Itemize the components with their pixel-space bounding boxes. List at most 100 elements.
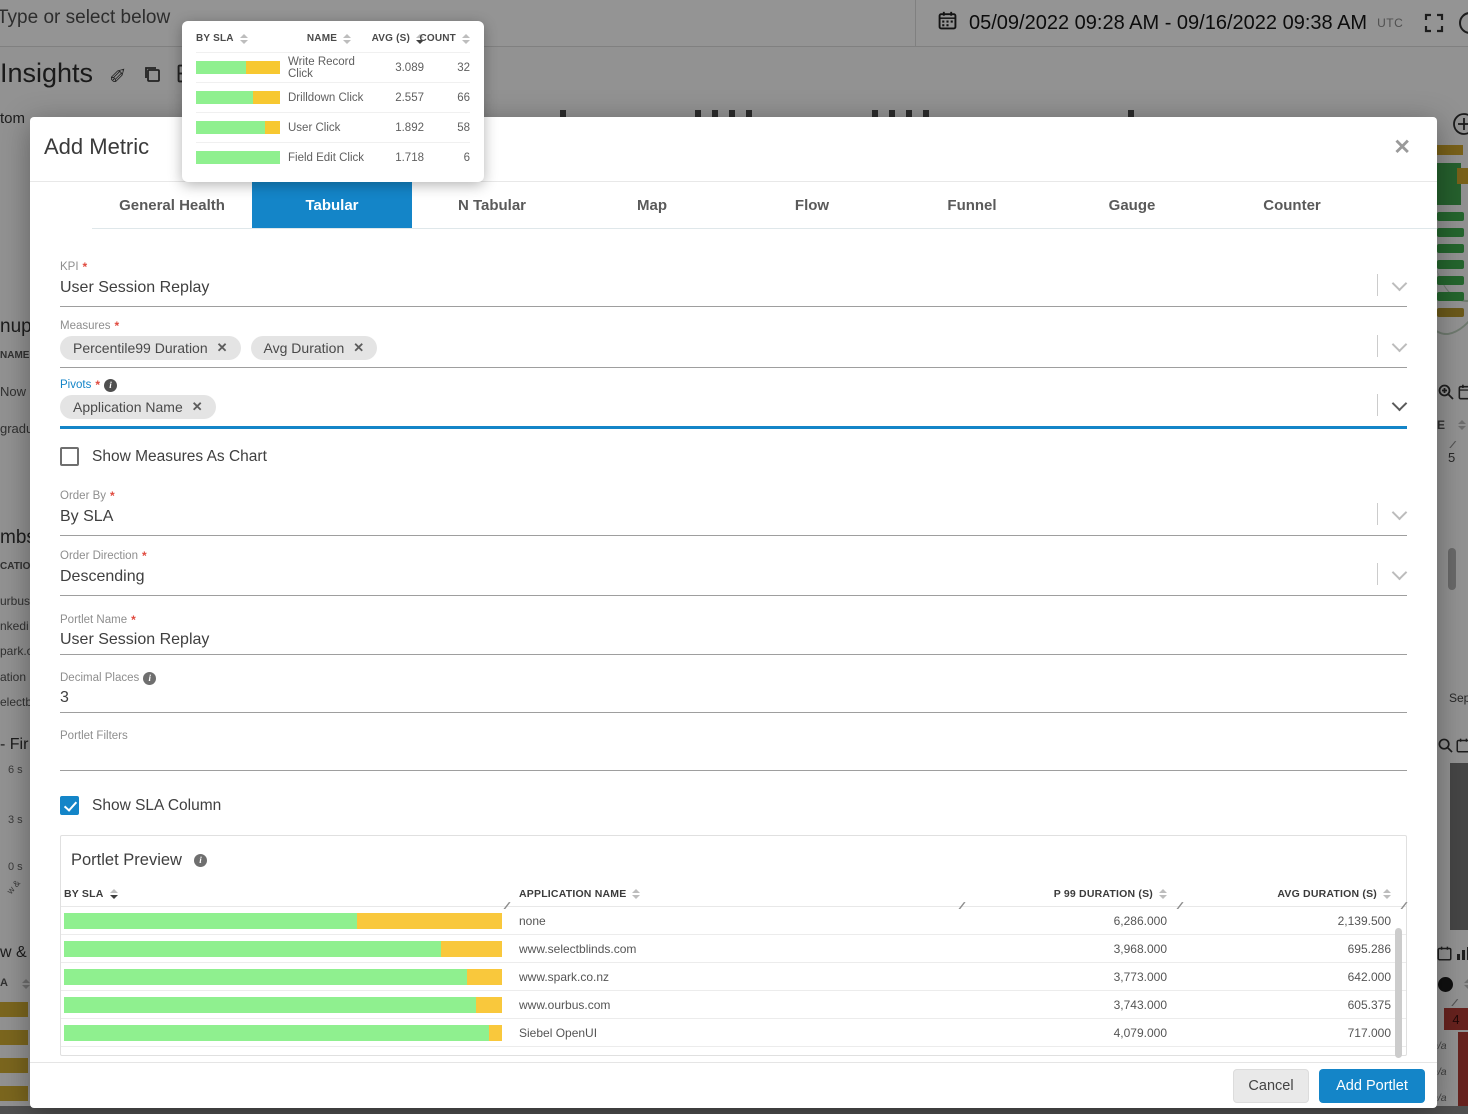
measure-chip[interactable]: Percentile99 Duration ✕ <box>60 336 241 360</box>
tooltip-header-count[interactable]: COUNT <box>419 33 470 44</box>
preview-row: none 6,286.000 2,139.500 <box>61 907 1406 935</box>
show-sla-column-label: Show SLA Column <box>92 796 222 814</box>
show-measures-as-chart-checkbox[interactable] <box>60 447 79 466</box>
event-name-cell: Drilldown Click <box>288 91 364 104</box>
tab-map[interactable]: Map <box>572 182 732 228</box>
avg-cell: 3.089 <box>395 61 424 74</box>
application-name-cell: Siebel OpenUI <box>519 1025 598 1040</box>
portlet-name-input[interactable]: User Session Replay <box>60 628 1407 654</box>
avg-duration-cell: 605.375 <box>1347 997 1391 1012</box>
pivot-chip[interactable]: Application Name ✕ <box>60 395 216 419</box>
tab-funnel[interactable]: Funnel <box>892 182 1052 228</box>
chevron-down-icon[interactable] <box>1391 336 1408 352</box>
sort-icon <box>239 33 248 44</box>
divider <box>1377 503 1378 525</box>
tab-tabular[interactable]: Tabular <box>252 182 412 228</box>
remove-chip-icon[interactable]: ✕ <box>353 340 364 356</box>
tab-counter[interactable]: Counter <box>1212 182 1372 228</box>
remove-chip-icon[interactable]: ✕ <box>217 340 228 356</box>
sla-breakdown-tooltip: BY SLA NAME AVG (S) COUNT Write Record C… <box>182 21 484 182</box>
divider <box>1377 274 1378 296</box>
event-name-cell: Write Record Click <box>288 55 355 80</box>
sla-bar <box>64 940 502 957</box>
cancel-button[interactable]: Cancel <box>1233 1068 1309 1103</box>
metric-type-tabs: General Health Tabular N Tabular Map Flo… <box>92 182 1437 229</box>
portlet-filters-label: Portlet Filters <box>60 730 128 742</box>
order-by-field[interactable]: Order By * By SLA <box>60 488 1408 536</box>
chevron-down-icon[interactable] <box>1391 395 1408 411</box>
info-icon[interactable]: i <box>104 378 117 392</box>
tab-general-health[interactable]: General Health <box>92 182 252 228</box>
column-header-by-sla[interactable]: BY SLA ∕∕ <box>61 888 509 912</box>
decimal-places-input[interactable]: 3 <box>60 686 1407 712</box>
event-name-cell: User Click <box>288 121 341 134</box>
tab-n-tabular[interactable]: N Tabular <box>412 182 572 228</box>
sla-bar <box>196 91 280 104</box>
application-name-cell: www.spark.co.nz <box>519 969 610 984</box>
order-direction-label: Order Direction <box>60 550 138 562</box>
portlet-filters-field[interactable]: Portlet Filters <box>60 728 1407 771</box>
screen: Type or select below 05/09/2022 09:28 AM… <box>0 0 1468 1114</box>
p99-duration-cell: 3,743.000 <box>1113 997 1167 1012</box>
chevron-down-icon[interactable] <box>1391 564 1408 580</box>
tab-flow[interactable]: Flow <box>732 182 892 228</box>
kpi-field[interactable]: KPI * User Session Replay <box>60 259 1408 307</box>
avg-cell: 2.557 <box>395 91 424 104</box>
close-icon[interactable]: ✕ <box>1393 137 1411 158</box>
portlet-name-field[interactable]: Portlet Name * User Session Replay <box>60 612 1407 655</box>
show-sla-column-checkbox[interactable] <box>60 796 79 815</box>
required-marker: * <box>82 260 88 274</box>
column-header-application-name[interactable]: APPLICATION NAME ∕∕ <box>509 888 964 912</box>
column-resize-handle[interactable]: ∕∕ <box>1179 901 1182 912</box>
chevron-down-icon[interactable] <box>1391 275 1408 291</box>
avg-duration-cell: 2,139.500 <box>1337 913 1391 928</box>
info-icon[interactable]: i <box>143 671 157 685</box>
column-resize-handle[interactable]: ∕∕ <box>1403 901 1406 912</box>
required-marker: * <box>95 378 100 392</box>
required-marker: * <box>114 319 120 333</box>
tooltip-header-name[interactable]: NAME <box>288 33 370 44</box>
preview-scrollbar[interactable] <box>1395 928 1402 1058</box>
required-marker: * <box>131 613 136 627</box>
remove-chip-icon[interactable]: ✕ <box>192 399 203 415</box>
decimal-places-field[interactable]: Decimal Places i 3 <box>60 670 1407 713</box>
order-direction-field[interactable]: Order Direction * Descending <box>60 548 1408 596</box>
tooltip-header-avg[interactable]: AVG (S) <box>370 33 424 44</box>
order-by-value: By SLA <box>60 508 114 525</box>
count-cell: 58 <box>457 121 470 134</box>
column-header-p99-duration[interactable]: P 99 DURATION (S) ∕∕ <box>964 888 1182 912</box>
info-icon[interactable]: i <box>193 853 207 867</box>
preview-row: www.spark.co.nz 3,773.000 642.000 <box>61 963 1406 991</box>
sla-bar <box>64 912 502 929</box>
column-resize-handle[interactable]: ∕∕ <box>506 901 509 912</box>
divider <box>1377 563 1378 585</box>
kpi-value: User Session Replay <box>60 279 210 296</box>
portlet-preview: Portlet Preview i BY SLA ∕∕ APPLICATION … <box>60 835 1407 1058</box>
tab-gauge[interactable]: Gauge <box>1052 182 1212 228</box>
required-marker: * <box>110 489 115 503</box>
portlet-name-label: Portlet Name <box>60 614 128 626</box>
application-name-cell: www.selectblinds.com <box>519 941 637 956</box>
tooltip-header-by-sla[interactable]: BY SLA <box>196 33 288 44</box>
tooltip-row: Write Record Click 3.089 32 <box>196 52 470 82</box>
tooltip-row: User Click 1.892 58 <box>196 112 470 142</box>
column-resize-handle[interactable]: ∕∕ <box>961 901 964 912</box>
sort-icon <box>632 889 641 899</box>
sla-bar <box>196 61 280 74</box>
add-portlet-button[interactable]: Add Portlet <box>1319 1068 1425 1103</box>
event-name-cell: Field Edit Click <box>288 151 365 164</box>
sort-icon <box>343 33 352 44</box>
measures-field[interactable]: Measures * Percentile99 Duration ✕ Avg Dur… <box>60 318 1408 368</box>
order-by-label: Order By <box>60 490 107 502</box>
column-header-avg-duration[interactable]: AVG DURATION (S) ∕∕ <box>1182 888 1406 912</box>
chevron-down-icon[interactable] <box>1391 504 1408 520</box>
order-direction-value: Descending <box>60 568 145 585</box>
portlet-filters-input[interactable] <box>60 744 1407 770</box>
pivots-field[interactable]: Pivots * i Application Name ✕ <box>60 377 1408 429</box>
show-measures-as-chart-row[interactable]: Show Measures As Chart <box>60 447 1407 466</box>
measure-chip[interactable]: Avg Duration ✕ <box>250 336 378 360</box>
show-sla-column-row[interactable]: Show SLA Column <box>60 796 1407 815</box>
sort-icon <box>462 33 470 44</box>
preview-row: Siebel OpenUI 4,079.000 717.000 <box>61 1019 1406 1047</box>
avg-duration-cell: 717.000 <box>1347 1025 1391 1040</box>
